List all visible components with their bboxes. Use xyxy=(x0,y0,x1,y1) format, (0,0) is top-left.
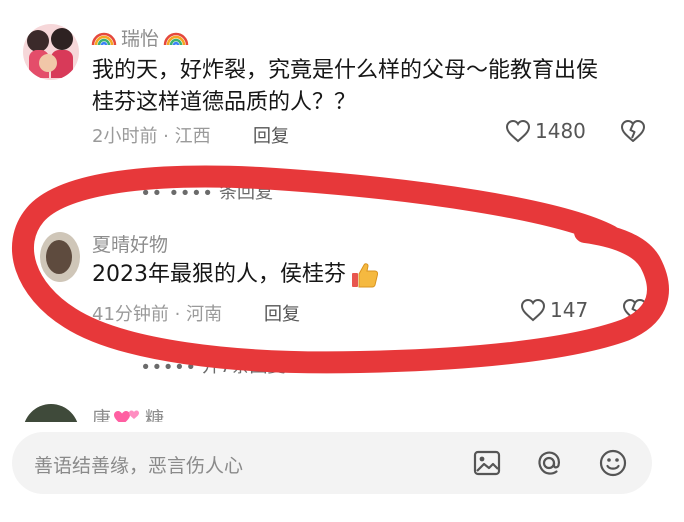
like-button-1[interactable]: 1480 xyxy=(505,119,586,143)
smiley-icon xyxy=(599,449,627,477)
image-button[interactable] xyxy=(470,446,504,480)
thumbs-up-icon xyxy=(350,261,380,289)
mention-button[interactable] xyxy=(532,446,566,480)
reply-button-1[interactable]: 回复 xyxy=(253,122,289,148)
image-icon xyxy=(473,450,501,476)
broken-heart-icon xyxy=(622,298,648,322)
comment-text-line: 2023年最狠的人，侯桂芬 xyxy=(92,262,346,287)
comment-meta-1: 2小时前 · 江西 xyxy=(92,126,211,147)
comment-text-line: 桂芬这样道德品质的人？？ xyxy=(92,90,357,115)
heart-icon xyxy=(505,119,531,143)
username-label: 瑞怡 xyxy=(121,27,160,50)
avatar-comment-2[interactable] xyxy=(40,232,80,282)
broken-heart-icon xyxy=(620,119,646,143)
chevron-down-icon xyxy=(288,359,302,371)
comment-text-line: 我的天，好炸裂，究竟是什么样的父母～能教育出侯 xyxy=(92,58,599,83)
emoji-button[interactable] xyxy=(596,446,630,480)
like-count: 147 xyxy=(550,298,589,322)
expand-replies-label: ∙∙∙∙∙ 开7条回复 xyxy=(140,356,286,377)
username-comment-2[interactable]: 夏晴好物 xyxy=(92,230,168,257)
like-count: 1480 xyxy=(535,119,586,143)
comment-text-2: 2023年最狠的人，侯桂芬 xyxy=(92,259,380,291)
rainbow-icon xyxy=(163,27,189,47)
expand-replies-2[interactable]: ∙∙∙∙∙ 开7条回复 xyxy=(140,352,302,378)
rainbow-icon xyxy=(91,27,117,47)
comment-meta-2: 41分钟前 · 河南 xyxy=(92,304,223,325)
comment-input-placeholder[interactable]: 善语结善缘，恶言伤人心 xyxy=(34,451,243,478)
dislike-button-1[interactable] xyxy=(620,119,646,143)
expand-replies-1[interactable]: ∙∙ ∙∙∙∙ 条回复 xyxy=(140,178,273,204)
heart-icon xyxy=(520,298,546,322)
comment-text-1: 我的天，好炸裂，究竟是什么样的父母～能教育出侯 桂芬这样道德品质的人？？ xyxy=(92,55,672,119)
avatar-comment-1[interactable] xyxy=(23,24,79,80)
username-comment-1[interactable]: 瑞怡 xyxy=(91,24,189,50)
at-icon xyxy=(538,451,561,475)
like-button-2[interactable]: 147 xyxy=(520,298,588,322)
dislike-button-2[interactable] xyxy=(622,298,648,322)
comment-composer[interactable]: 善语结善缘，恶言伤人心 xyxy=(12,432,652,494)
reply-button-2[interactable]: 回复 xyxy=(264,300,300,326)
